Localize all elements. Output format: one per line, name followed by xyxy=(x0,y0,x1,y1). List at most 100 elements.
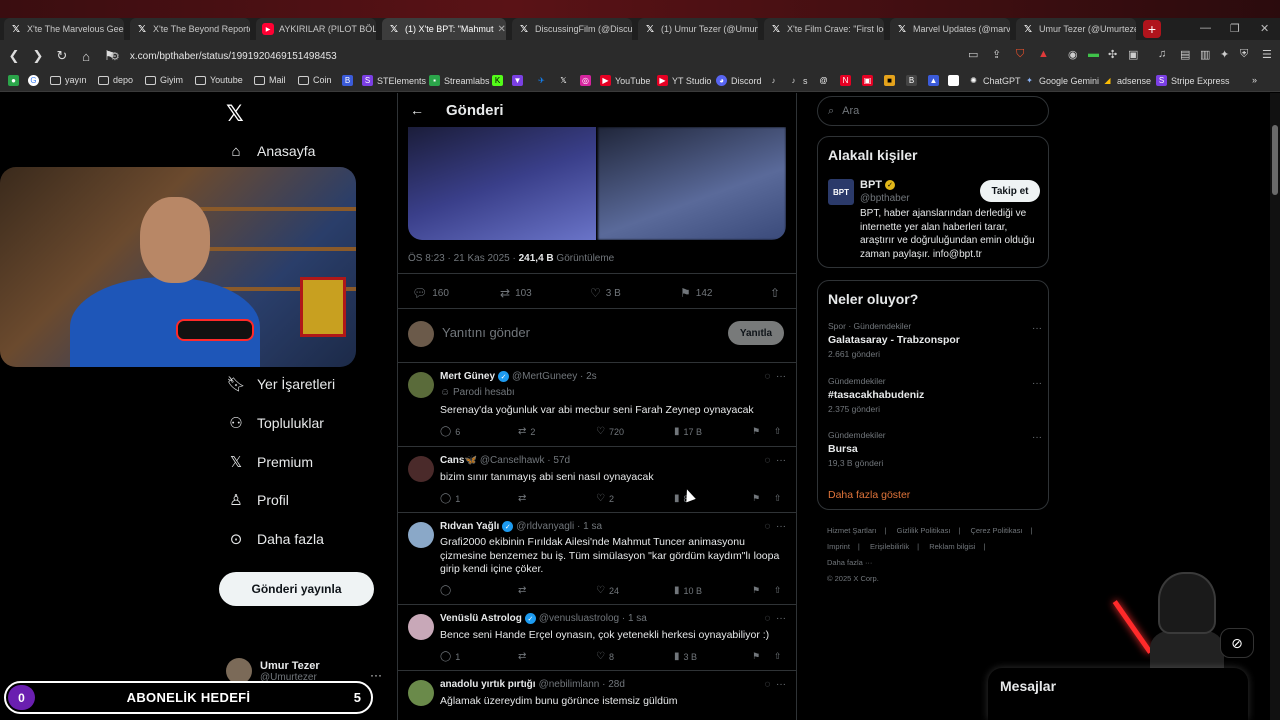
footer-link[interactable]: Reklam bilgisi xyxy=(929,542,975,551)
reload-icon[interactable]: ↻ xyxy=(52,48,72,64)
reply-item[interactable]: Rıdvan Yağlı ✓ @rldvanyagli · 1 sa ◌ ···… xyxy=(398,513,796,605)
bookmark-action[interactable]: ⚑ 142 xyxy=(680,286,712,300)
grok-icon[interactable]: ◌ xyxy=(764,613,770,624)
bookmark-app-icon[interactable]: ■ xyxy=(884,75,899,86)
views-action[interactable]: ▮ 17 B xyxy=(674,426,702,437)
page-scrollbar[interactable] xyxy=(1270,93,1280,720)
minimize-icon[interactable]: — xyxy=(1200,22,1211,34)
post-media[interactable] xyxy=(408,127,786,240)
bookmark-app-icon[interactable]: N xyxy=(840,75,855,86)
bookmark-folder[interactable]: Mail xyxy=(254,75,286,85)
new-tab-button[interactable]: + xyxy=(1143,20,1161,38)
like-action[interactable]: ♡ 720 xyxy=(596,426,624,437)
bookmark-app-icon[interactable]: ♪ xyxy=(768,75,783,86)
bookmark-folder[interactable]: depo xyxy=(98,75,133,85)
reply-item[interactable]: anadolu yırtık pırtığı @nebilimlann · 28… xyxy=(398,671,796,720)
show-more-link[interactable]: Daha fazla göster xyxy=(828,489,910,501)
nav-communities[interactable]: ⚇ Topluluklar xyxy=(227,414,324,432)
browser-tab[interactable]: ▶ AYKIRILAR (PILOT BÖLÜM) xyxy=(256,18,376,40)
install-icon[interactable]: ▭ xyxy=(968,48,978,61)
bookmark-link[interactable]: ◢ adsense xyxy=(1102,75,1151,86)
bookmark-app-icon[interactable]: B xyxy=(342,75,357,86)
grok-icon[interactable]: ◌ xyxy=(764,455,770,466)
brave-shield-icon[interactable]: ⛉ xyxy=(1016,48,1024,61)
bookmark-link[interactable]: ▪ Streamlabs xyxy=(429,75,490,86)
browser-tab[interactable]: 𝕏 Marvel Updates (@marvel xyxy=(890,18,1010,40)
address-bar[interactable]: ⚙ x.com/bpthaber/status/1991920469151498… xyxy=(110,46,950,66)
sidebar-icon[interactable]: ▤ xyxy=(1180,48,1190,61)
bookmark-link[interactable]: ▶ YT Studio xyxy=(657,75,711,86)
puzzle-icon[interactable]: ✣ xyxy=(1108,48,1117,61)
site-info-icon[interactable]: ⚙ xyxy=(110,50,120,63)
bookmark-link[interactable]: ◕ Discord xyxy=(716,75,762,86)
extension-icon[interactable]: ▬ xyxy=(1088,48,1099,60)
repost-action[interactable]: ⇄ xyxy=(518,493,530,504)
nav-home[interactable]: ⌂ Anasayfa xyxy=(227,142,315,160)
repost-action[interactable]: ⇄ 2 xyxy=(518,426,535,437)
close-icon[interactable]: ✕ xyxy=(493,24,505,35)
avatar[interactable]: BPT xyxy=(828,179,854,205)
bookmark-app-icon[interactable]: ▼ xyxy=(512,75,527,86)
more-horizontal-icon[interactable]: ··· xyxy=(1032,432,1042,443)
account-name[interactable]: BPT ✓ xyxy=(860,179,895,191)
footer-link[interactable]: Imprint xyxy=(827,542,850,551)
scrollbar-thumb[interactable] xyxy=(1272,125,1278,195)
bookmark-app-icon[interactable]: ▣ xyxy=(862,75,877,86)
share-icon[interactable]: ⇧ xyxy=(774,493,782,504)
nav-bookmarks[interactable]: 🔖︎ Yer İşaretleri xyxy=(226,375,335,393)
close-window-icon[interactable]: ✕ xyxy=(1260,22,1269,35)
author-handle[interactable]: @rldvanyagli · 1 sa xyxy=(516,521,602,532)
like-action[interactable]: ♡ 24 xyxy=(596,585,619,596)
more-horizontal-icon[interactable]: ··· xyxy=(776,679,786,690)
bookmark-link[interactable]: ✦ Google Gemini xyxy=(1024,75,1099,86)
bookmark-link[interactable]: S STElements xyxy=(362,75,426,86)
avatar[interactable] xyxy=(408,522,434,548)
views-action[interactable]: ▮ 3 B xyxy=(674,651,697,662)
leo-icon[interactable]: ✦ xyxy=(1220,48,1229,61)
wallet-icon[interactable]: ▥ xyxy=(1200,48,1210,61)
menu-icon[interactable]: ☰ xyxy=(1262,48,1272,61)
reply-input[interactable]: Yanıtını gönder xyxy=(442,325,530,340)
x-logo-icon[interactable]: 𝕏 xyxy=(226,101,244,127)
footer-link[interactable]: Erişilebilirlik xyxy=(870,542,909,551)
reply-action[interactable]: ◯ xyxy=(440,585,455,596)
bookmark-link[interactable]: ♪ s xyxy=(788,75,808,86)
bookmark-icon[interactable]: ⚑ xyxy=(752,493,760,504)
browser-tab[interactable]: 𝕏 Umur Tezer (@Umurtezer) xyxy=(1016,18,1136,40)
like-action[interactable]: ♡ 2 xyxy=(596,493,614,504)
grok-icon[interactable]: ◌ xyxy=(764,371,770,382)
maximize-icon[interactable]: ❐ xyxy=(1230,22,1240,35)
browser-tab[interactable]: 𝕏 X'te The Beyond Reporter xyxy=(130,18,250,40)
grok-icon[interactable]: ◌ xyxy=(764,679,770,690)
bookmark-folder[interactable]: Coin xyxy=(298,75,332,85)
extension-icon[interactable]: ▣ xyxy=(1128,48,1138,61)
reply-item[interactable]: Mert Güney ✓ @MertGuneey · 2s ◌ ··· ☺ Pa… xyxy=(398,363,796,447)
more-horizontal-icon[interactable]: ··· xyxy=(776,371,786,382)
bookmark-link[interactable]: ▶ YouTube xyxy=(600,75,650,86)
browser-tab[interactable]: 𝕏 X'te The Marvelous Geeks xyxy=(4,18,124,40)
author-handle[interactable]: @venusluastrolog · 1 sa xyxy=(539,613,647,624)
bookmark-icon[interactable]: ⚑ xyxy=(752,585,760,596)
browser-tab[interactable]: 𝕏 (1) Umur Tezer (@Umurtez xyxy=(638,18,758,40)
post-timestamp[interactable]: ÖS 8:23 · 21 Kas 2025 · xyxy=(408,253,519,264)
share-icon[interactable]: ⇧ xyxy=(774,585,782,596)
bookmark-app-icon[interactable]: @ xyxy=(818,75,833,86)
reply-button[interactable]: Yanıtla xyxy=(728,321,784,345)
views-action[interactable]: ▮ 10 B xyxy=(674,585,702,596)
author-name[interactable]: Venüslü Astrolog xyxy=(440,613,522,624)
author-handle[interactable]: @nebilimlann · 28d xyxy=(539,679,625,690)
bookmark-folder[interactable]: Youtube xyxy=(195,75,243,85)
author-name[interactable]: anadolu yırtık pırtığı xyxy=(440,679,536,690)
reply-item[interactable]: Venüslü Astrolog ✓ @venusluastrolog · 1 … xyxy=(398,605,796,671)
back-arrow-icon[interactable]: ← xyxy=(410,102,424,118)
author-handle[interactable]: @MertGuneey · 2s xyxy=(512,371,597,382)
footer-link[interactable]: Çerez Politikası xyxy=(970,526,1022,535)
more-horizontal-icon[interactable]: ··· xyxy=(776,521,786,532)
grok-icon[interactable]: ⊘ xyxy=(1220,628,1254,658)
bookmark-icon[interactable]: ⚑ xyxy=(752,426,760,437)
author-name[interactable]: Rıdvan Yağlı xyxy=(440,521,499,532)
footer-link[interactable]: Hizmet Şartları xyxy=(827,526,877,535)
more-horizontal-icon[interactable]: ··· xyxy=(1032,378,1042,389)
reply-action[interactable]: 💬︎ 160 xyxy=(412,286,449,300)
trend-item[interactable]: Gündemdekiler Bursa 19,3 B gönderi ··· xyxy=(828,430,1042,468)
